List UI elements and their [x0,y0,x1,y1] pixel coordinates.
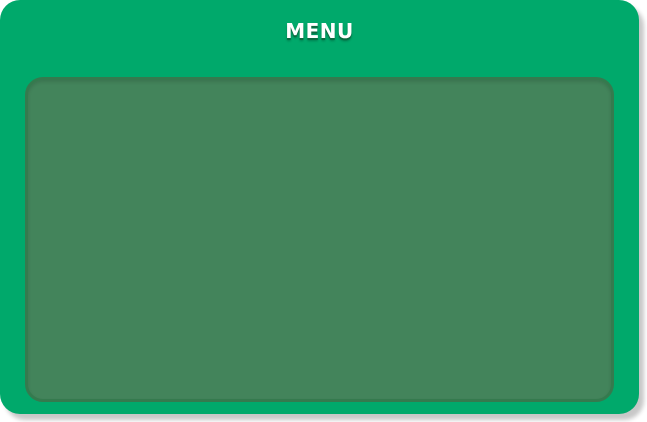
menu-title: MENU [285,19,354,43]
menu-content-area [25,77,614,402]
menu-panel: MENU [0,0,639,414]
